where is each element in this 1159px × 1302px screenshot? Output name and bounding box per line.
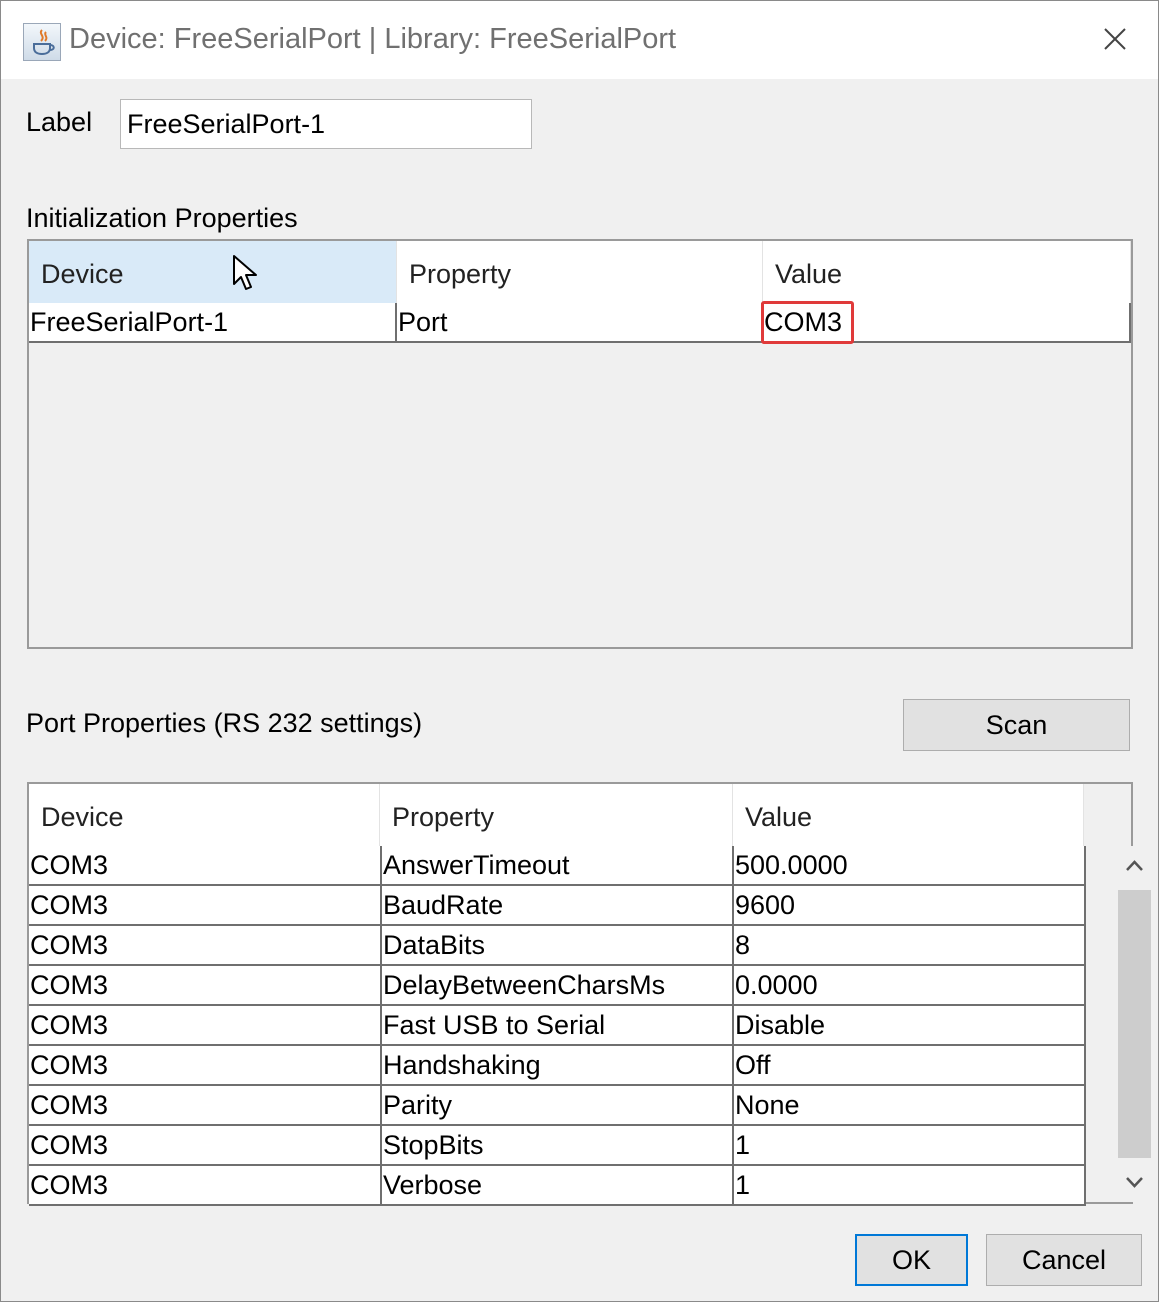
property-cell: Fast USB to Serial xyxy=(382,1006,734,1046)
value-cell[interactable]: 1 xyxy=(734,1126,1086,1166)
table-row[interactable]: COM3 StopBits 1 xyxy=(29,1126,1086,1166)
table-row[interactable]: COM3 Parity None xyxy=(29,1086,1086,1126)
scan-button[interactable]: Scan xyxy=(903,699,1130,751)
column-header-device[interactable]: Device xyxy=(29,784,380,846)
value-cell[interactable]: 1 xyxy=(734,1166,1086,1206)
property-cell: Parity xyxy=(382,1086,734,1126)
label-input[interactable] xyxy=(120,99,532,149)
table-row[interactable]: COM3 DelayBetweenCharsMs 0.0000 xyxy=(29,966,1086,1006)
value-cell[interactable]: None xyxy=(734,1086,1086,1126)
property-cell: DelayBetweenCharsMs xyxy=(382,966,734,1006)
table-row[interactable]: COM3 Verbose 1 xyxy=(29,1166,1086,1206)
column-header-value[interactable]: Value xyxy=(733,784,1084,846)
close-icon[interactable] xyxy=(1095,19,1135,59)
table-row[interactable]: COM3 AnswerTimeout 500.0000 xyxy=(29,846,1086,886)
table-row[interactable]: FreeSerialPort-1 Port COM3 xyxy=(29,303,1131,343)
device-cell: COM3 xyxy=(29,1086,382,1126)
label-caption: Label xyxy=(26,107,93,137)
vertical-scrollbar[interactable] xyxy=(1114,846,1155,1202)
property-cell: AnswerTimeout xyxy=(382,846,734,886)
device-cell: COM3 xyxy=(29,926,382,966)
device-cell: COM3 xyxy=(29,1046,382,1086)
column-header-device[interactable]: Device xyxy=(29,241,397,303)
device-cell: COM3 xyxy=(29,1166,382,1206)
property-cell: Handshaking xyxy=(382,1046,734,1086)
mouse-pointer-icon xyxy=(232,254,260,299)
port-properties-title: Port Properties (RS 232 settings) xyxy=(26,708,423,738)
value-cell[interactable]: 8 xyxy=(734,926,1086,966)
scrollbar-thumb[interactable] xyxy=(1118,890,1151,1158)
ok-button[interactable]: OK xyxy=(855,1234,968,1286)
table-row[interactable]: COM3 BaudRate 9600 xyxy=(29,886,1086,926)
chevron-up-icon[interactable] xyxy=(1114,846,1155,886)
device-cell: COM3 xyxy=(29,886,382,926)
table-row[interactable]: COM3 DataBits 8 xyxy=(29,926,1086,966)
value-cell[interactable]: 0.0000 xyxy=(734,966,1086,1006)
device-cell: COM3 xyxy=(29,846,382,886)
device-cell: FreeSerialPort-1 xyxy=(29,303,397,343)
property-cell: StopBits xyxy=(382,1126,734,1166)
title-bar: Device: FreeSerialPort | Library: FreeSe… xyxy=(1,1,1158,79)
window-title: Device: FreeSerialPort | Library: FreeSe… xyxy=(69,23,677,55)
property-cell: Port xyxy=(397,303,763,343)
value-cell[interactable]: Off xyxy=(734,1046,1086,1086)
value-cell[interactable]: 500.0000 xyxy=(734,846,1086,886)
init-properties-table: Device Property Value FreeSerialPort-1 P… xyxy=(27,239,1133,649)
column-header-property[interactable]: Property xyxy=(380,784,733,846)
device-cell: COM3 xyxy=(29,1006,382,1046)
cancel-button[interactable]: Cancel xyxy=(986,1234,1142,1286)
value-cell[interactable]: Disable xyxy=(734,1006,1086,1046)
chevron-down-icon[interactable] xyxy=(1114,1162,1155,1202)
table-row[interactable]: COM3 Fast USB to Serial Disable xyxy=(29,1006,1086,1046)
port-value-highlight xyxy=(761,301,854,344)
column-header-property[interactable]: Property xyxy=(397,241,763,303)
property-cell: Verbose xyxy=(382,1166,734,1206)
port-properties-table: Device Property Value COM3 AnswerTimeout… xyxy=(27,782,1155,1206)
column-header-value[interactable]: Value xyxy=(763,241,1131,303)
property-cell: DataBits xyxy=(382,926,734,966)
device-cell: COM3 xyxy=(29,966,382,1006)
java-icon xyxy=(23,23,61,61)
table-row[interactable]: COM3 Handshaking Off xyxy=(29,1046,1086,1086)
init-properties-title: Initialization Properties xyxy=(26,203,298,233)
device-dialog: Device: FreeSerialPort | Library: FreeSe… xyxy=(0,0,1159,1302)
property-cell: BaudRate xyxy=(382,886,734,926)
value-cell[interactable]: 9600 xyxy=(734,886,1086,926)
device-cell: COM3 xyxy=(29,1126,382,1166)
